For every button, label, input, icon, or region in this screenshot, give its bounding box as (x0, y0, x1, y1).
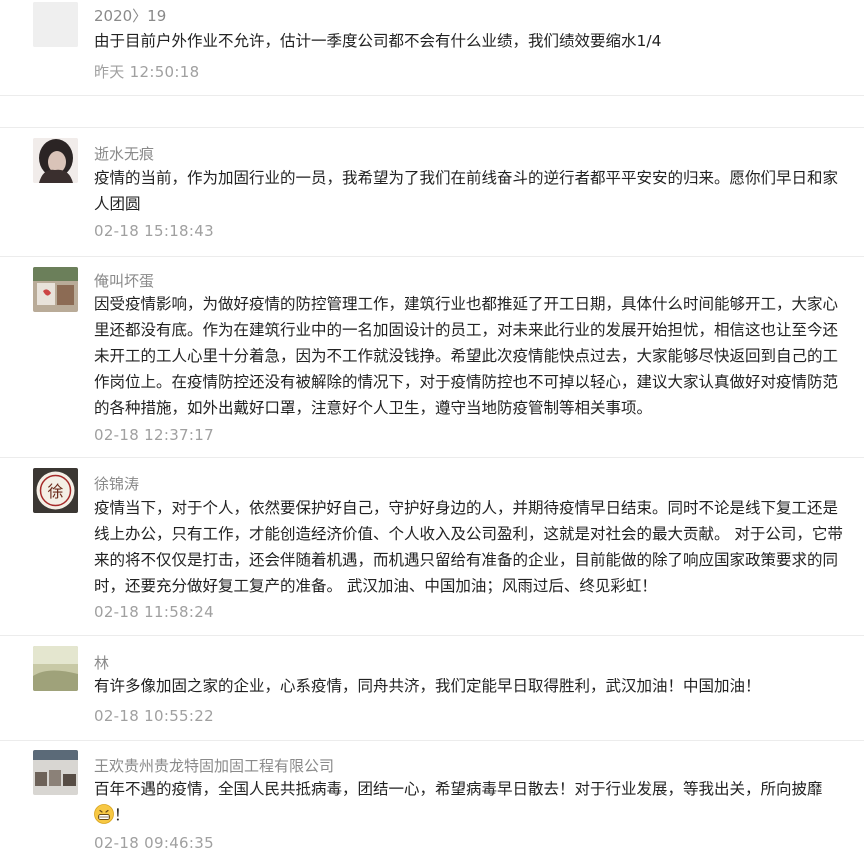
avatar-placeholder-icon (33, 2, 78, 47)
comment-author[interactable]: 逝水无痕 (94, 143, 154, 164)
avatar-photo-icon (33, 750, 78, 795)
avatar-seal-icon: 徐 (33, 468, 78, 513)
comment-time: 02-18 09:46:35 (94, 834, 214, 852)
comment-text: 疫情当下，对于个人，依然要保护好自己，守护好身边的人，并期待疫情早日结束。同时不… (94, 499, 843, 595)
comment-item: 王欢贵州贵龙特固加固工程有限公司 百年不遇的疫情，全国人民共抵病毒，团结一心，希… (0, 741, 864, 863)
avatar-photo-icon (33, 138, 78, 183)
avatar[interactable] (33, 267, 78, 312)
comment-author[interactable]: 2020〉19 (94, 5, 166, 26)
comment-item: 逝水无痕 疫情的当前，作为加固行业的一员，我希望为了我们在前线奋斗的逆行者都平平… (0, 128, 864, 256)
comment-text-body: 百年不遇的疫情，全国人民共抵病毒，团结一心，希望病毒早日散去！对于行业发展，等我… (94, 780, 823, 798)
comment-author[interactable]: 林 (94, 652, 109, 673)
comment-item: 2020〉19 由于目前户外作业不允许，估计一季度公司都不会有什么业绩，我们绩效… (0, 0, 864, 95)
comment-time: 02-18 15:18:43 (94, 222, 214, 240)
comment-time: 昨天 12:50:18 (94, 63, 200, 81)
comment-time: 02-18 10:55:22 (94, 707, 214, 725)
comment-text: 疫情的当前，作为加固行业的一员，我希望为了我们在前线奋斗的逆行者都平平安安的归来… (94, 169, 839, 213)
comment-item: 俺叫坏蛋 因受疫情影响，为做好疫情的防控管理工作，建筑行业也都推延了开工日期，具… (0, 257, 864, 457)
avatar-photo-icon (33, 646, 78, 691)
avatar-seal-text: 徐 (47, 482, 63, 501)
comment-time: 02-18 12:37:17 (94, 426, 214, 444)
avatar[interactable] (33, 138, 78, 183)
comment-text: 有许多像加固之家的企业，心系疫情，同舟共济，我们定能早日取得胜利，武汉加油！中国… (94, 677, 761, 695)
comment-time: 02-18 11:58:24 (94, 603, 214, 621)
comment-author[interactable]: 王欢贵州贵龙特固加固工程有限公司 (94, 755, 334, 776)
grin-emoji-icon (94, 804, 114, 824)
avatar[interactable] (33, 646, 78, 691)
comment-text: 由于目前户外作业不允许，估计一季度公司都不会有什么业绩，我们绩效要缩水1/4 (94, 32, 662, 50)
comment-text-tail: ！ (114, 806, 130, 824)
avatar[interactable]: 徐 (33, 468, 78, 513)
avatar-photo-icon (33, 267, 78, 312)
comment-text: 百年不遇的疫情，全国人民共抵病毒，团结一心，希望病毒早日散去！对于行业发展，等我… (94, 776, 852, 828)
avatar[interactable] (33, 750, 78, 795)
divider (0, 95, 864, 96)
avatar[interactable] (33, 2, 78, 47)
comment-text: 因受疫情影响，为做好疫情的防控管理工作，建筑行业也都推延了开工日期，具体什么时间… (94, 295, 839, 417)
comment-list: 2020〉19 由于目前户外作业不允许，估计一季度公司都不会有什么业绩，我们绩效… (0, 0, 864, 863)
comment-item: 徐 徐锦涛 疫情当下，对于个人，依然要保护好自己，守护好身边的人，并期待疫情早日… (0, 458, 864, 635)
comment-item: 林 有许多像加固之家的企业，心系疫情，同舟共济，我们定能早日取得胜利，武汉加油！… (0, 636, 864, 740)
comment-author[interactable]: 徐锦涛 (94, 473, 139, 494)
comment-author[interactable]: 俺叫坏蛋 (94, 270, 154, 291)
